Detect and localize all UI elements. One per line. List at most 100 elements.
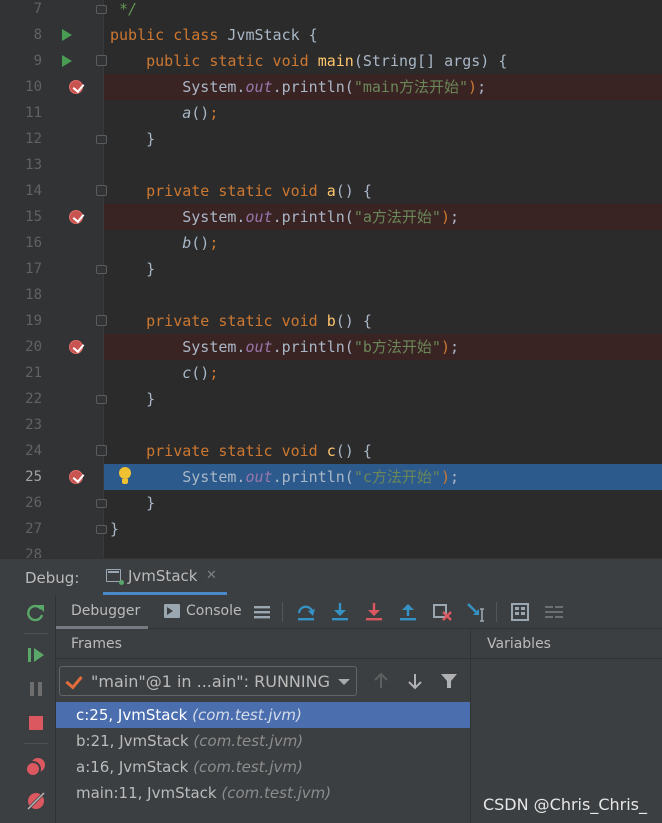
frame-location: b:21, JvmStack	[76, 732, 189, 750]
fold-marker-icon[interactable]	[96, 5, 107, 14]
breakpoint-icon[interactable]	[69, 470, 83, 484]
frame-package: (com.test.jvm)	[193, 732, 304, 750]
line-number: 12	[25, 131, 42, 147]
code-line-9[interactable]: 9 public static void main(String[] args)…	[0, 48, 662, 74]
code-line-17[interactable]: 17 }	[0, 256, 662, 282]
code-line-27[interactable]: 27 }	[0, 516, 662, 542]
fold-marker-icon[interactable]	[96, 55, 107, 66]
frame-location: a:16, JvmStack	[76, 758, 189, 776]
rerun-icon[interactable]	[24, 601, 48, 625]
code-line-28[interactable]: 28	[0, 542, 662, 558]
trace-icon[interactable]	[542, 600, 566, 624]
code-line-20[interactable]: 20 System.out.println("b方法开始");	[0, 334, 662, 360]
line-number: 11	[25, 105, 42, 121]
line-number: 8	[33, 27, 42, 43]
code-text: System.out.println("c方法开始");	[110, 468, 459, 486]
thread-selector-dropdown[interactable]: "main"@1 in ...ain": RUNNING	[59, 666, 357, 696]
mute-breakpoints-icon[interactable]	[24, 789, 48, 813]
fold-marker-icon[interactable]	[96, 315, 107, 326]
line-number: 16	[25, 235, 42, 251]
run-method-icon[interactable]	[62, 55, 72, 67]
code-line-21[interactable]: 21 c();	[0, 360, 662, 386]
force-step-into-icon[interactable]	[362, 600, 386, 624]
step-over-icon[interactable]	[294, 600, 318, 624]
line-number: 15	[25, 209, 42, 225]
fold-marker-icon[interactable]	[96, 135, 107, 144]
stop-icon[interactable]	[24, 711, 48, 735]
code-line-24[interactable]: 24 private static void c() {	[0, 438, 662, 464]
frame-row[interactable]: a:16, JvmStack (com.test.jvm)	[56, 754, 470, 780]
code-text: private static void c() {	[146, 442, 372, 460]
drop-frame-icon[interactable]	[430, 600, 454, 624]
chevron-down-icon	[338, 679, 350, 685]
view-breakpoints-icon[interactable]	[24, 755, 48, 779]
arrow-down-icon[interactable]	[404, 670, 426, 692]
breakpoint-icon[interactable]	[69, 210, 83, 224]
run-class-icon[interactable]	[62, 29, 72, 41]
tab-console[interactable]: Console	[160, 595, 246, 629]
code-text: }	[110, 260, 156, 278]
code-line-23[interactable]: 23	[0, 412, 662, 438]
filter-icon[interactable]	[438, 670, 460, 692]
code-line-16[interactable]: 16 b();	[0, 230, 662, 256]
code-line-13[interactable]: 13	[0, 152, 662, 178]
code-line-26[interactable]: 26 }	[0, 490, 662, 516]
code-line-14[interactable]: 14 private static void a() {	[0, 178, 662, 204]
line-number: 13	[25, 157, 42, 173]
run-to-cursor-icon[interactable]	[464, 600, 488, 624]
code-line-7[interactable]: 7 */	[0, 0, 662, 22]
watermark-text: CSDN @Chris_Chris_	[482, 795, 647, 814]
line-number: 21	[25, 365, 42, 381]
step-out-icon[interactable]	[396, 600, 420, 624]
toolbar-separator	[496, 602, 497, 622]
code-text: public static void main(String[] args) {	[146, 52, 508, 70]
fold-marker-icon[interactable]	[96, 445, 107, 456]
toolbar-separator	[24, 633, 48, 634]
frame-location: c:25, JvmStack	[76, 706, 188, 724]
variables-panel[interactable]: Variables CSDN @Chris_Chris_	[470, 629, 662, 823]
frame-row[interactable]: b:21, JvmStack (com.test.jvm)	[56, 728, 470, 754]
code-line-12[interactable]: 12 }	[0, 126, 662, 152]
debugger-toolbar: Debugger Console	[56, 595, 662, 629]
code-line-25-current[interactable]: 25 System.out.println("c方法开始");	[0, 464, 662, 490]
frames-header: Frames	[56, 629, 470, 659]
debug-session-label: JvmStack	[128, 567, 198, 585]
code-line-15[interactable]: 15 System.out.println("a方法开始");	[0, 204, 662, 230]
breakpoint-icon[interactable]	[69, 80, 83, 94]
code-line-19[interactable]: 19 private static void b() {	[0, 308, 662, 334]
code-text: private static void b() {	[146, 312, 372, 330]
code-line-8[interactable]: 8 public class JvmStack {	[0, 22, 662, 48]
fold-marker-icon[interactable]	[96, 185, 107, 196]
pause-icon[interactable]	[24, 677, 48, 701]
arrow-up-icon[interactable]	[370, 670, 392, 692]
resume-icon[interactable]	[24, 643, 48, 667]
frame-package: (com.test.jvm)	[193, 758, 303, 776]
close-icon[interactable]: ✕	[206, 568, 217, 583]
layout-menu-icon[interactable]	[250, 600, 274, 624]
code-line-18[interactable]: 18	[0, 282, 662, 308]
fold-marker-icon[interactable]	[96, 265, 107, 274]
debug-session-tab[interactable]: JvmStack ✕	[103, 559, 227, 595]
debug-tool-window-header: Debug: JvmStack ✕	[0, 558, 662, 595]
code-text: }	[110, 390, 156, 408]
console-icon	[164, 604, 180, 618]
code-text: a();	[182, 104, 219, 122]
step-into-icon[interactable]	[328, 600, 352, 624]
line-number: 20	[25, 339, 42, 355]
code-line-11[interactable]: 11 a();	[0, 100, 662, 126]
thread-suspended-check-icon	[65, 671, 83, 690]
fold-marker-icon[interactable]	[96, 499, 107, 508]
evaluate-expression-icon[interactable]	[508, 600, 532, 624]
code-editor[interactable]: 7 */ 8 public class JvmStack { 9 public …	[0, 0, 662, 558]
fold-marker-icon[interactable]	[96, 395, 107, 404]
code-line-10[interactable]: 10 System.out.println("main方法开始");	[0, 74, 662, 100]
code-line-22[interactable]: 22 }	[0, 386, 662, 412]
tab-debugger[interactable]: Debugger	[56, 595, 148, 629]
code-text: }	[110, 520, 120, 538]
frame-row[interactable]: main:11, JvmStack (com.test.jvm)	[56, 780, 470, 806]
line-number: 27	[25, 521, 42, 537]
frame-row-selected[interactable]: c:25, JvmStack (com.test.jvm)	[56, 702, 470, 728]
frame-package: (com.test.jvm)	[221, 784, 332, 802]
breakpoint-icon[interactable]	[69, 340, 83, 354]
fold-marker-icon[interactable]	[96, 525, 107, 534]
